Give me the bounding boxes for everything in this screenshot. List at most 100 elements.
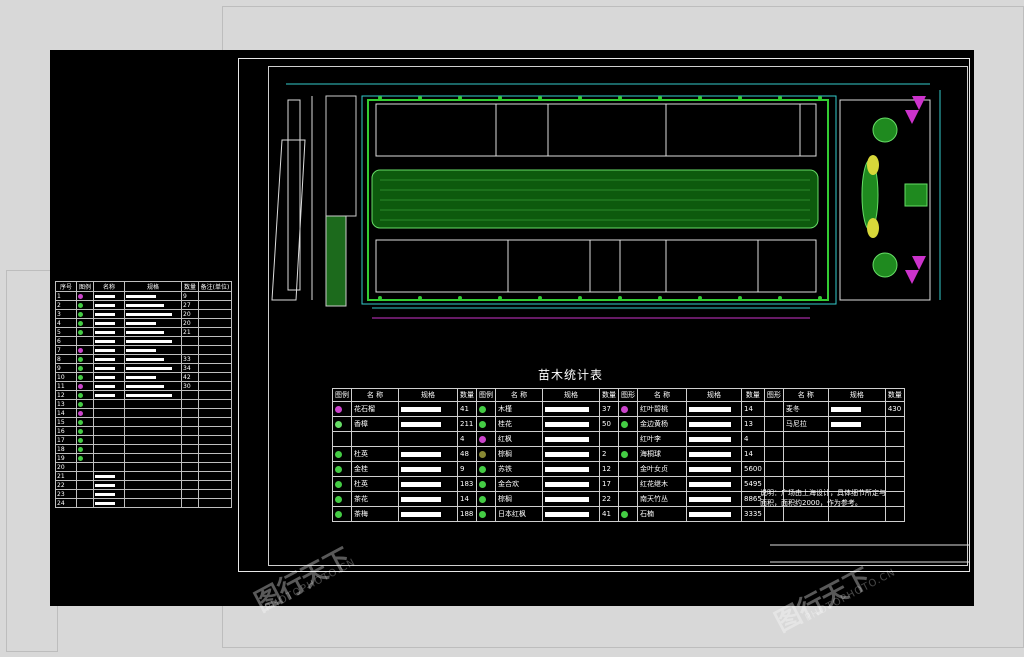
remark-cell — [198, 453, 232, 463]
plant-name: 香樟 — [351, 416, 399, 432]
left-table-row: 11 30 — [55, 381, 232, 391]
plant-spec — [542, 491, 600, 507]
quantity-cell — [181, 480, 199, 490]
plant-quantity: 2 — [599, 446, 619, 462]
header-cell: 数量 — [884, 388, 905, 402]
name-cell — [93, 408, 125, 418]
plant-name: 南天竹丛 — [637, 491, 687, 507]
quantity-cell — [181, 498, 199, 508]
remark-cell — [198, 291, 232, 301]
header-cell: 名 称 — [495, 388, 543, 402]
name-redacted-bar — [95, 375, 115, 379]
row-number: 16 — [55, 426, 77, 436]
left-table-row: 5 21 — [55, 327, 232, 337]
plant-quantity: 14 — [741, 401, 765, 417]
legend-symbol — [76, 300, 94, 310]
remark-cell — [198, 399, 232, 409]
spec-redacted-bar — [126, 303, 164, 307]
plant-symbol-icon — [78, 401, 83, 407]
plant-spec — [398, 476, 458, 492]
name-cell — [93, 489, 125, 499]
plant-name — [782, 446, 829, 462]
spec-cell — [124, 354, 182, 364]
table-row: 4 红枫 红叶李 4 — [332, 431, 905, 447]
plant-name — [351, 431, 399, 447]
legend-symbol — [76, 372, 94, 382]
row-number: 12 — [55, 390, 77, 400]
quantity-cell — [181, 345, 199, 355]
plant-quantity — [884, 416, 905, 432]
plant-name — [782, 431, 829, 447]
row-number: 8 — [55, 354, 77, 364]
plant-quantity: 5600 — [741, 461, 765, 477]
plant-spec — [542, 506, 600, 522]
plant-name: 红枫 — [495, 431, 543, 447]
spec-redacted-bar — [126, 348, 156, 352]
spec-cell — [124, 399, 182, 409]
name-cell — [93, 426, 125, 436]
plant-spec — [827, 506, 886, 522]
left-table-row: 21 — [55, 471, 232, 481]
quantity-cell — [181, 435, 199, 445]
spec-cell — [124, 300, 182, 310]
plant-symbol-icon — [78, 392, 83, 398]
remark-cell — [198, 426, 232, 436]
plant-symbol-icon — [335, 420, 342, 428]
name-cell — [93, 471, 125, 481]
legend-symbol — [476, 506, 496, 522]
legend-symbol — [76, 426, 94, 436]
legend-symbol — [332, 401, 352, 417]
plant-symbol-icon — [335, 465, 342, 473]
header-cell: 规格 — [686, 388, 742, 402]
spec-redacted-bar — [689, 436, 731, 442]
legend-symbol — [476, 461, 496, 477]
plant-symbol-icon — [78, 347, 83, 353]
plant-name: 麦冬 — [782, 401, 829, 417]
plant-quantity: 188 — [457, 506, 477, 522]
spec-redacted-bar — [126, 312, 172, 316]
row-number: 11 — [55, 381, 77, 391]
left-table-row: 2 27 — [55, 300, 232, 310]
legend-symbol — [763, 446, 784, 462]
plant-spec — [398, 431, 458, 447]
plant-name: 红叶碧桃 — [637, 401, 687, 417]
legend-symbol — [76, 417, 94, 427]
plant-symbol-icon — [78, 356, 83, 362]
spec-cell — [124, 435, 182, 445]
plant-symbol-icon — [621, 450, 628, 458]
remark-cell — [198, 390, 232, 400]
legend-symbol — [76, 381, 94, 391]
spec-redacted-bar — [126, 330, 164, 334]
spec-cell — [124, 453, 182, 463]
spec-redacted-bar — [401, 481, 441, 487]
remark-cell — [198, 336, 232, 346]
left-header-cell: 名称 — [93, 281, 125, 292]
plant-symbol-icon — [335, 405, 342, 413]
plant-spec — [542, 446, 600, 462]
row-number: 20 — [55, 462, 77, 472]
plant-spec — [827, 431, 886, 447]
spec-cell — [124, 390, 182, 400]
plant-name: 木槿 — [495, 401, 543, 417]
row-number: 19 — [55, 453, 77, 463]
left-table-row: 9 34 — [55, 363, 232, 373]
remark-cell — [198, 381, 232, 391]
legend-symbol — [76, 399, 94, 409]
quantity-cell — [181, 336, 199, 346]
header-cell: 名 称 — [351, 388, 399, 402]
legend-symbol — [76, 291, 94, 301]
name-cell — [93, 480, 125, 490]
spec-redacted-bar — [545, 481, 589, 487]
plant-name: 金桂 — [351, 461, 399, 477]
legend-symbol — [618, 476, 638, 492]
plant-quantity: 3335 — [741, 506, 765, 522]
quantity-cell — [181, 471, 199, 481]
legend-symbol — [763, 416, 784, 432]
plant-spec — [542, 416, 600, 432]
left-legend-table: 序号 图例 名称 规格 数量 备注(单位) 1 9 2 27 3 20 4 20 5 21 6 7 8 3… — [55, 281, 232, 508]
spec-redacted-bar — [689, 406, 731, 412]
plant-symbol-icon — [479, 450, 486, 458]
plant-name: 石楠 — [637, 506, 687, 522]
remark-cell — [198, 462, 232, 472]
quantity-cell — [181, 489, 199, 499]
